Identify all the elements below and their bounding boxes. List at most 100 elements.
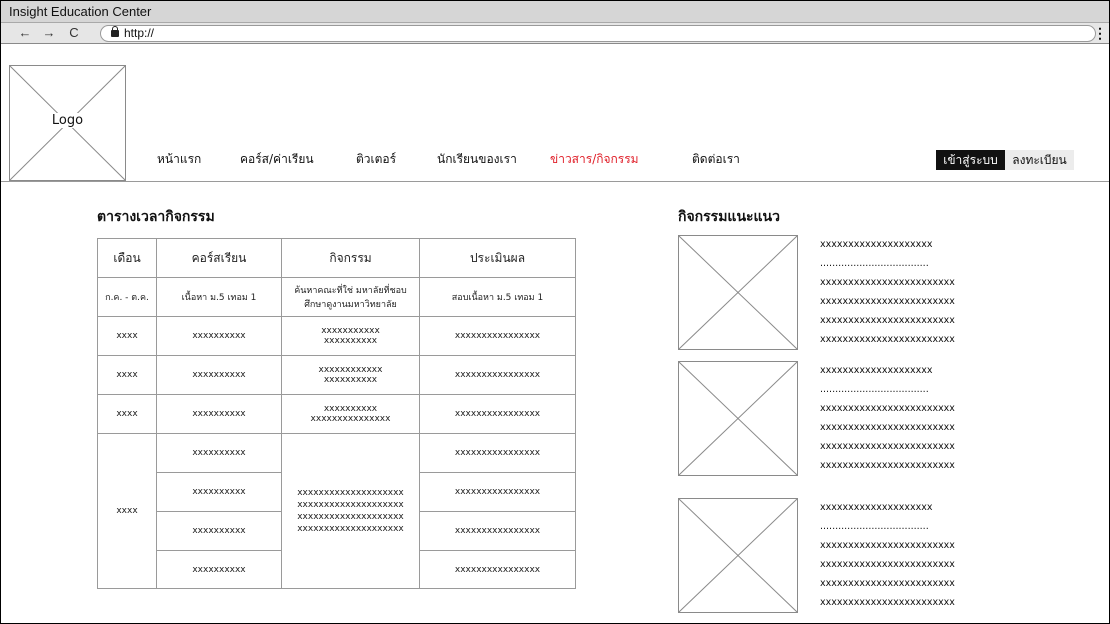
table-row: xxxx xxxxxxxxxx xxxxxxxxxxx xxxxxxxxxx x… xyxy=(97,316,576,356)
browser-menu-icon[interactable]: ⋮ xyxy=(1093,23,1107,43)
table-cell: ค้นหาคณะที่ใช่ มหาลัยที่ชอบ ศึกษาดูงานมห… xyxy=(281,277,420,317)
browser-toolbar: ← → C http:// ⋮ xyxy=(1,23,1109,44)
table-cell: xxxx xyxy=(97,355,157,395)
table-cell: xxxxxxxxxxxxxxxxxxxx xxxxxxxxxxxxxxxxxxx… xyxy=(281,433,420,589)
table-cell: xxxxxxxxxxxx xxxxxxxxxx xyxy=(281,355,420,395)
card-heading: xxxxxxxxxxxxxxxxxxxx xyxy=(820,365,933,376)
address-bar[interactable]: http:// xyxy=(100,25,1096,42)
column-header: เดือน xyxy=(97,238,157,278)
table-cell: ก.ค. - ต.ค. xyxy=(97,277,157,317)
table-cell: xxxxxxxxxxxxxxxx xyxy=(419,511,576,551)
card-line: xxxxxxxxxxxxxxxxxxxxxxxx xyxy=(820,315,955,326)
card-line: xxxxxxxxxxxxxxxxxxxxxxxx xyxy=(820,460,955,471)
table-row: ก.ค. - ต.ค. เนื้อหา ม.5 เทอม 1 ค้นหาคณะท… xyxy=(97,277,576,317)
forward-arrow-icon[interactable]: → xyxy=(41,23,57,43)
table-cell: xxxxxxxxxx xyxy=(156,394,282,434)
cell-line: xxxxxxxxxx xyxy=(323,336,378,346)
table-cell: xxxxxxxxxxx xxxxxxxxxx xyxy=(281,316,420,356)
cell-line: xxxxxxxxxxxxxxxxxxxx xyxy=(297,488,404,498)
image-placeholder-icon xyxy=(679,499,797,612)
nav-item-contact[interactable]: ติดต่อเรา xyxy=(692,149,740,169)
column-header: คอร์สเรียน xyxy=(156,238,282,278)
back-arrow-icon[interactable]: ← xyxy=(17,23,33,43)
table-cell: เนื้อหา ม.5 เทอม 1 xyxy=(156,277,282,317)
table-cell: xxxxxxxxxxxxxxxx xyxy=(419,355,576,395)
table-cell: xxxx xyxy=(97,316,157,356)
cell-line: xxxxxxxxxxxxxxxxxxxx xyxy=(297,512,404,522)
image-placeholder-icon xyxy=(679,236,797,349)
table-cell: xxxxxxxxxx xyxy=(156,472,282,512)
cell-line: xxxxxxxxxxx xyxy=(321,326,380,336)
card-image xyxy=(678,498,798,613)
activity-schedule-table: เดือน คอร์สเรียน กิจกรรม ประเมินผล ก.ค. … xyxy=(97,238,576,589)
activity-card[interactable]: xxxxxxxxxxxxxxxxxxxx ...................… xyxy=(678,498,998,618)
table-row: xxxx xxxxxxxxxx xxxxxxxxxxxxxxxxxxxx xxx… xyxy=(97,433,576,589)
card-heading: xxxxxxxxxxxxxxxxxxxx xyxy=(820,502,933,513)
nav-item-news-activities[interactable]: ข่าวสาร/กิจกรรม xyxy=(550,149,639,169)
card-line: xxxxxxxxxxxxxxxxxxxxxxxx xyxy=(820,277,955,288)
card-line: xxxxxxxxxxxxxxxxxxxxxxxx xyxy=(820,422,955,433)
nav-item-home[interactable]: หน้าแรก xyxy=(157,149,201,169)
lock-icon xyxy=(111,26,119,37)
card-image xyxy=(678,361,798,476)
table-cell: xxxxxxxxxx xyxy=(156,316,282,356)
card-line: xxxxxxxxxxxxxxxxxxxxxxxx xyxy=(820,597,955,608)
column-header: กิจกรรม xyxy=(281,238,420,278)
reload-icon[interactable]: C xyxy=(66,23,82,43)
table-cell: xxxx xyxy=(97,394,157,434)
card-line: xxxxxxxxxxxxxxxxxxxxxxxx xyxy=(820,296,955,307)
header-divider xyxy=(1,181,1109,182)
cell-line: ค้นหาคณะที่ใช่ มหาลัยที่ชอบ xyxy=(294,286,407,296)
card-dots: .................................... xyxy=(820,384,929,395)
cell-line: xxxxxxxxxxxxxxx xyxy=(310,414,391,424)
cell-line: xxxxxxxxxx xyxy=(323,404,378,414)
card-line: xxxxxxxxxxxxxxxxxxxxxxxx xyxy=(820,578,955,589)
browser-window: Insight Education Center ← → C http:// ⋮… xyxy=(0,0,1110,624)
card-image xyxy=(678,235,798,350)
card-text: xxxxxxxxxxxxxxxxxxxx ...................… xyxy=(820,498,1000,612)
nav-item-students[interactable]: นักเรียนของเรา xyxy=(437,149,517,169)
card-line: xxxxxxxxxxxxxxxxxxxxxxxx xyxy=(820,441,955,452)
card-line: xxxxxxxxxxxxxxxxxxxxxxxx xyxy=(820,334,955,345)
login-button[interactable]: เข้าสู่ระบบ xyxy=(936,150,1005,170)
cell-line: xxxxxxxxxx xyxy=(323,375,378,385)
column-header: ประเมินผล xyxy=(419,238,576,278)
table-row: xxxx xxxxxxxxxx xxxxxxxxxxxx xxxxxxxxxx … xyxy=(97,355,576,395)
card-dots: .................................... xyxy=(820,258,929,269)
nav-item-tutors[interactable]: ติวเตอร์ xyxy=(356,149,396,169)
card-text: xxxxxxxxxxxxxxxxxxxx ...................… xyxy=(820,235,1000,349)
table-cell: xxxxxxxxxx xyxy=(156,511,282,551)
table-cell: xxxxxxxxxx xyxy=(156,433,282,473)
table-cell: xxxxxxxxxx xyxy=(156,355,282,395)
table-cell: xxxxxxxxxxxxxxxx xyxy=(419,550,576,589)
address-url: http:// xyxy=(124,26,155,40)
card-line: xxxxxxxxxxxxxxxxxxxxxxxx xyxy=(820,559,955,570)
table-cell: xxxxxxxxxxxxxxxx xyxy=(419,316,576,356)
cell-line: ศึกษาดูงานมหาวิทยาลัย xyxy=(304,300,397,310)
table-cell: xxxxxxxxxx xxxxxxxxxxxxxxx xyxy=(281,394,420,434)
card-text: xxxxxxxxxxxxxxxxxxxx ...................… xyxy=(820,361,1000,475)
register-button[interactable]: ลงทะเบียน xyxy=(1005,150,1074,170)
logo-label: Logo xyxy=(49,113,86,128)
table-cell: xxxxxxxxxxxxxxxx xyxy=(419,394,576,434)
activity-card[interactable]: xxxxxxxxxxxxxxxxxxxx ...................… xyxy=(678,361,998,481)
nav-item-courses[interactable]: คอร์ส/ค่าเรียน xyxy=(240,149,314,169)
schedule-title: ตารางเวลากิจกรรม xyxy=(97,209,215,225)
card-line: xxxxxxxxxxxxxxxxxxxxxxxx xyxy=(820,540,955,551)
cell-line: xxxxxxxxxxxx xyxy=(318,365,383,375)
table-cell: xxxx xyxy=(97,433,157,589)
recommended-title: กิจกรรมแนะแนว xyxy=(678,209,780,225)
card-line: xxxxxxxxxxxxxxxxxxxxxxxx xyxy=(820,403,955,414)
table-cell: xxxxxxxxxx xyxy=(156,550,282,589)
table-row: xxxx xxxxxxxxxx xxxxxxxxxx xxxxxxxxxxxxx… xyxy=(97,394,576,434)
image-placeholder-icon xyxy=(679,362,797,475)
table-header-row: เดือน คอร์สเรียน กิจกรรม ประเมินผล xyxy=(97,238,576,278)
table-cell: สอบเนื้อหา ม.5 เทอม 1 xyxy=(419,277,576,317)
activity-card[interactable]: xxxxxxxxxxxxxxxxxxxx ...................… xyxy=(678,235,998,355)
window-title: Insight Education Center xyxy=(1,1,1109,23)
card-dots: .................................... xyxy=(820,521,929,532)
table-cell: xxxxxxxxxxxxxxxx xyxy=(419,433,576,473)
cell-line: xxxxxxxxxxxxxxxxxxxx xyxy=(297,524,404,534)
cell-line: xxxxxxxxxxxxxxxxxxxx xyxy=(297,500,404,510)
table-cell: xxxxxxxxxxxxxxxx xyxy=(419,472,576,512)
